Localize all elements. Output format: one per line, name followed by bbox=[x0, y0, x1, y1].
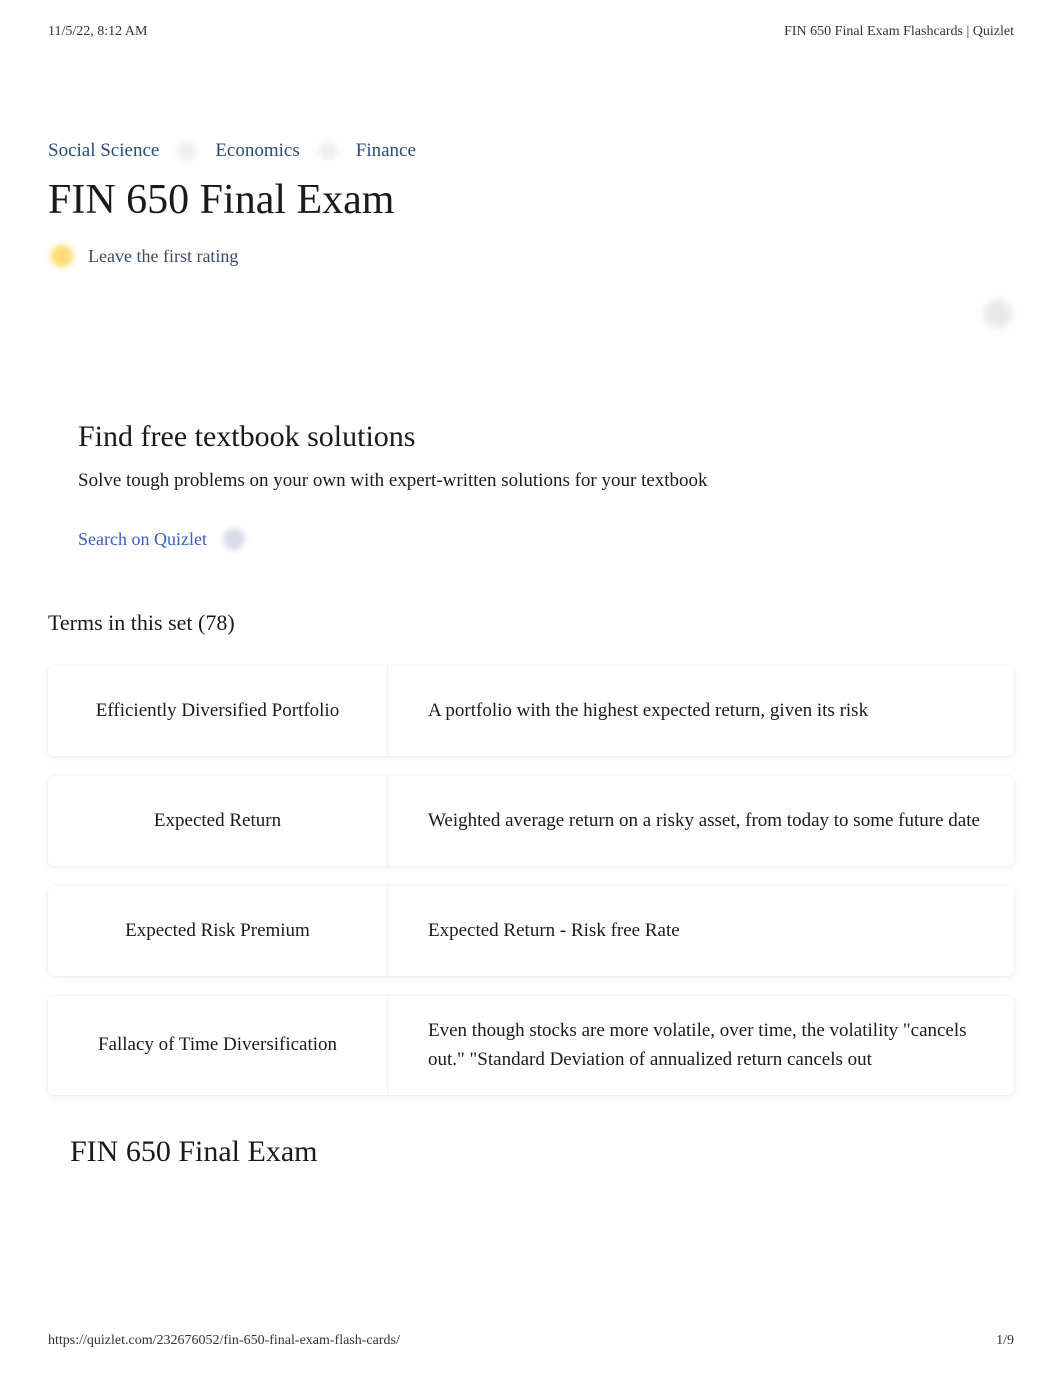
promo-title: Find free textbook solutions bbox=[78, 420, 984, 454]
promo-subtitle: Solve tough problems on your own with ex… bbox=[78, 470, 984, 492]
card-term: Fallacy of Time Diversification bbox=[48, 996, 388, 1095]
footer-url: https://quizlet.com/232676052/fin-650-fi… bbox=[48, 1333, 400, 1349]
flashcard[interactable]: Expected Return Weighted average return … bbox=[48, 776, 1014, 866]
main-content: Social Science Economics Finance FIN 650… bbox=[0, 40, 1062, 1169]
search-quizlet-link[interactable]: Search on Quizlet bbox=[78, 529, 207, 550]
star-icon bbox=[48, 242, 76, 270]
page-title: FIN 650 Final Exam bbox=[48, 176, 1014, 224]
chevron-right-icon bbox=[177, 141, 197, 161]
cards-list: Efficiently Diversified Portfolio A port… bbox=[48, 666, 1014, 1095]
flashcard[interactable]: Fallacy of Time Diversification Even tho… bbox=[48, 996, 1014, 1095]
breadcrumb-link-finance[interactable]: Finance bbox=[356, 140, 416, 162]
card-term: Expected Return bbox=[48, 776, 388, 866]
options-icon[interactable] bbox=[984, 300, 1012, 328]
flashcard[interactable]: Efficiently Diversified Portfolio A port… bbox=[48, 666, 1014, 756]
flashcard[interactable]: Expected Risk Premium Expected Return - … bbox=[48, 886, 1014, 976]
promo-link-row: Search on Quizlet bbox=[78, 528, 984, 550]
card-term: Efficiently Diversified Portfolio bbox=[48, 666, 388, 756]
rating-prompt: Leave the first rating bbox=[88, 246, 238, 267]
breadcrumb: Social Science Economics Finance bbox=[48, 140, 1014, 162]
card-definition: A portfolio with the highest expected re… bbox=[388, 666, 1014, 756]
promo-section: Find free textbook solutions Solve tough… bbox=[48, 420, 1014, 550]
print-footer: https://quizlet.com/232676052/fin-650-fi… bbox=[48, 1333, 1014, 1349]
rating-row[interactable]: Leave the first rating bbox=[48, 242, 1014, 270]
card-term: Expected Risk Premium bbox=[48, 886, 388, 976]
breadcrumb-link-economics[interactable]: Economics bbox=[215, 140, 299, 162]
footer-page-number: 1/9 bbox=[996, 1333, 1014, 1349]
breadcrumb-link-social-science[interactable]: Social Science bbox=[48, 140, 159, 162]
card-definition: Even though stocks are more volatile, ov… bbox=[388, 996, 1014, 1095]
bottom-section-title: FIN 650 Final Exam bbox=[48, 1135, 1014, 1169]
chevron-right-icon bbox=[318, 141, 338, 161]
card-definition: Expected Return - Risk free Rate bbox=[388, 886, 1014, 976]
card-definition: Weighted average return on a risky asset… bbox=[388, 776, 1014, 866]
print-header: 11/5/22, 8:12 AM FIN 650 Final Exam Flas… bbox=[0, 0, 1062, 40]
terms-header: Terms in this set (78) bbox=[48, 610, 1014, 636]
print-timestamp: 11/5/22, 8:12 AM bbox=[48, 24, 147, 40]
print-doc-title: FIN 650 Final Exam Flashcards | Quizlet bbox=[784, 24, 1014, 40]
arrow-right-icon bbox=[223, 528, 245, 550]
